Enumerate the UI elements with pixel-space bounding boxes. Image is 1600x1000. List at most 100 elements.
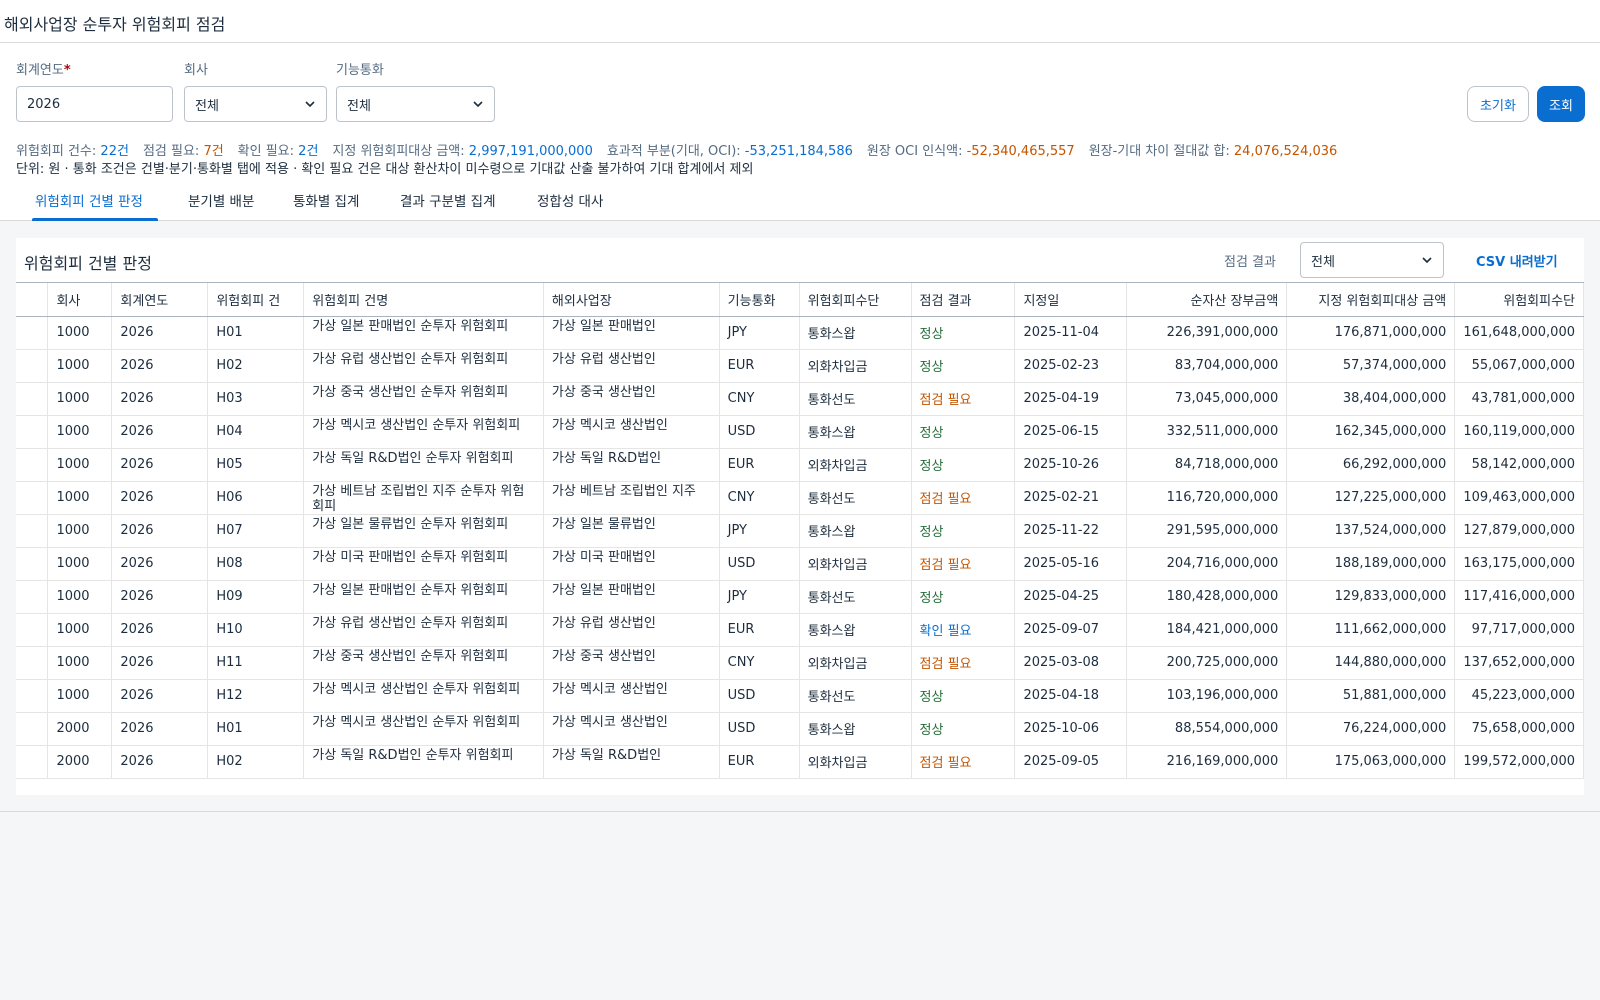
table-row[interactable]: 1000 2026 H08 가상 미국 판매법인 순투자 위험회피 가상 미국 판매법인… (16, 547, 1584, 581)
tab-quarterly[interactable]: 분기별 배분 (188, 190, 254, 210)
tab-by-currency[interactable]: 통화별 집계 (293, 190, 359, 210)
company-label: 회사 (184, 63, 208, 78)
table-cell: 2025-06-15 (1014, 415, 1128, 449)
currency-select[interactable]: 전체 (336, 86, 495, 122)
column-header[interactable]: 회계연도 (111, 283, 209, 317)
table-cell: 가상 멕시코 생산법인 (543, 679, 720, 713)
row-selector[interactable] (16, 316, 49, 350)
table-cell: H03 (207, 382, 305, 416)
table-row[interactable]: 1000 2026 H07 가상 일본 물류법인 순투자 위험회피 가상 일본 물류법인… (16, 514, 1584, 548)
table-cell: 162,345,000,000 (1286, 415, 1456, 449)
chevron-down-icon (305, 101, 315, 108)
status-badge: 정상 (911, 316, 1016, 350)
status-badge: 정상 (911, 448, 1016, 482)
table-cell: USD (719, 547, 800, 581)
column-header[interactable]: 회사 (47, 283, 113, 317)
table-row[interactable]: 1000 2026 H05 가상 독일 R&D법인 순투자 위험회피 가상 독일 R&D… (16, 448, 1584, 482)
tab-by-result[interactable]: 결과 구분별 집계 (400, 190, 496, 210)
table-cell: 통화스왑 (799, 712, 912, 746)
table-cell: 2026 (111, 382, 209, 416)
fiscal-year-input[interactable]: 2026 (16, 86, 173, 122)
table-row[interactable]: 1000 2026 H10 가상 유럽 생산법인 순투자 위험회피 가상 유럽 생산법인… (16, 613, 1584, 647)
table-cell: 통화선도 (799, 679, 912, 713)
table-cell: 가상 일본 물류법인 순투자 위험회피 (303, 514, 544, 548)
row-selector[interactable] (16, 613, 49, 647)
row-selector[interactable] (16, 514, 49, 548)
result-filter-select[interactable]: 전체 (1300, 242, 1444, 278)
summary-value: -52,340,465,557 (966, 144, 1075, 159)
row-selector[interactable] (16, 481, 49, 515)
table-row[interactable]: 1000 2026 H03 가상 중국 생산법인 순투자 위험회피 가상 중국 생산법인… (16, 382, 1584, 416)
table-cell: 가상 베트남 조립법인 지주 순투자 위험회피 (303, 481, 544, 515)
table-cell: 175,063,000,000 (1286, 745, 1456, 779)
table-cell: 2000 (47, 712, 113, 746)
row-selector[interactable] (16, 712, 49, 746)
table-cell: 88,554,000,000 (1126, 712, 1288, 746)
table-cell: 가상 일본 판매법인 (543, 316, 720, 350)
table-cell: USD (719, 415, 800, 449)
tab-hedge-items[interactable]: 위험회피 건별 판정 (35, 190, 143, 210)
csv-download-button[interactable]: CSV 내려받기 (1476, 251, 1558, 270)
table-cell: 332,511,000,000 (1126, 415, 1288, 449)
table-cell: 2025-04-19 (1014, 382, 1128, 416)
chevron-down-icon (1422, 257, 1432, 264)
table-cell: 127,225,000,000 (1286, 481, 1456, 515)
row-selector[interactable] (16, 448, 49, 482)
column-header[interactable]: 위험회피수단 (1454, 283, 1584, 317)
summary-value: 2건 (298, 144, 319, 159)
table-cell: 통화선도 (799, 382, 912, 416)
table-row[interactable]: 2000 2026 H01 가상 멕시코 생산법인 순투자 위험회피 가상 멕시코 생산… (16, 712, 1584, 746)
column-header[interactable]: 순자산 장부금액 (1126, 283, 1288, 317)
table-cell: USD (719, 712, 800, 746)
column-header[interactable]: 위험회피 건 (207, 283, 305, 317)
table-row[interactable]: 1000 2026 H02 가상 유럽 생산법인 순투자 위험회피 가상 유럽 생산법인… (16, 349, 1584, 383)
status-badge: 점검 필요 (911, 481, 1016, 515)
column-header[interactable]: 지정 위험회피대상 금액 (1286, 283, 1456, 317)
row-selector[interactable] (16, 547, 49, 581)
table-cell: 51,881,000,000 (1286, 679, 1456, 713)
table-row[interactable]: 1000 2026 H12 가상 멕시코 생산법인 순투자 위험회피 가상 멕시코 생산… (16, 679, 1584, 713)
table-row[interactable]: 1000 2026 H11 가상 중국 생산법인 순투자 위험회피 가상 중국 생산법인… (16, 646, 1584, 680)
table-row[interactable]: 1000 2026 H09 가상 일본 판매법인 순투자 위험회피 가상 일본 판매법인… (16, 580, 1584, 614)
table-cell: 38,404,000,000 (1286, 382, 1456, 416)
table-cell: 199,572,000,000 (1454, 745, 1584, 779)
row-selector[interactable] (16, 679, 49, 713)
summary-value: 7건 (203, 144, 224, 159)
table-cell: 55,067,000,000 (1454, 349, 1584, 383)
table-cell: 가상 중국 생산법인 (543, 646, 720, 680)
result-filter-label: 점검 결과 (1224, 255, 1276, 270)
row-selector[interactable] (16, 745, 49, 779)
search-button[interactable]: 조회 (1537, 86, 1585, 122)
row-selector[interactable] (16, 415, 49, 449)
row-selector[interactable] (16, 646, 49, 680)
table-cell: 가상 베트남 조립법인 지주 (543, 481, 720, 515)
column-header[interactable]: 지정일 (1014, 283, 1128, 317)
table-row[interactable]: 1000 2026 H04 가상 멕시코 생산법인 순투자 위험회피 가상 멕시코 생산… (16, 415, 1584, 449)
table-cell: 외화차입금 (799, 349, 912, 383)
table-cell: 83,704,000,000 (1126, 349, 1288, 383)
table-cell: 가상 유럽 생산법인 순투자 위험회피 (303, 349, 544, 383)
column-header[interactable]: 해외사업장 (543, 283, 720, 317)
table-row[interactable]: 1000 2026 H06 가상 베트남 조립법인 지주 순투자 위험회피 가상 베트남… (16, 481, 1584, 515)
column-header[interactable] (16, 283, 49, 317)
column-header[interactable]: 위험회피 건명 (303, 283, 544, 317)
table-row[interactable]: 2000 2026 H02 가상 독일 R&D법인 순투자 위험회피 가상 독일 R&D… (16, 745, 1584, 779)
company-select[interactable]: 전체 (184, 86, 327, 122)
table-cell: 204,716,000,000 (1126, 547, 1288, 581)
table-cell: 가상 유럽 생산법인 (543, 349, 720, 383)
tab-reconciliation[interactable]: 정합성 대사 (537, 190, 603, 210)
table-cell: 45,223,000,000 (1454, 679, 1584, 713)
row-selector[interactable] (16, 349, 49, 383)
table-cell: 통화선도 (799, 481, 912, 515)
column-header[interactable]: 점검 결과 (911, 283, 1016, 317)
table-cell: 188,189,000,000 (1286, 547, 1456, 581)
table-cell: 226,391,000,000 (1126, 316, 1288, 350)
table-row[interactable]: 1000 2026 H01 가상 일본 판매법인 순투자 위험회피 가상 일본 판매법인… (16, 316, 1584, 350)
table-cell: 2000 (47, 745, 113, 779)
column-header[interactable]: 위험회피수단 (799, 283, 912, 317)
column-header[interactable]: 기능통화 (719, 283, 800, 317)
row-selector[interactable] (16, 580, 49, 614)
reset-button[interactable]: 초기화 (1467, 86, 1529, 122)
row-selector[interactable] (16, 382, 49, 416)
table-cell: 2026 (111, 547, 209, 581)
